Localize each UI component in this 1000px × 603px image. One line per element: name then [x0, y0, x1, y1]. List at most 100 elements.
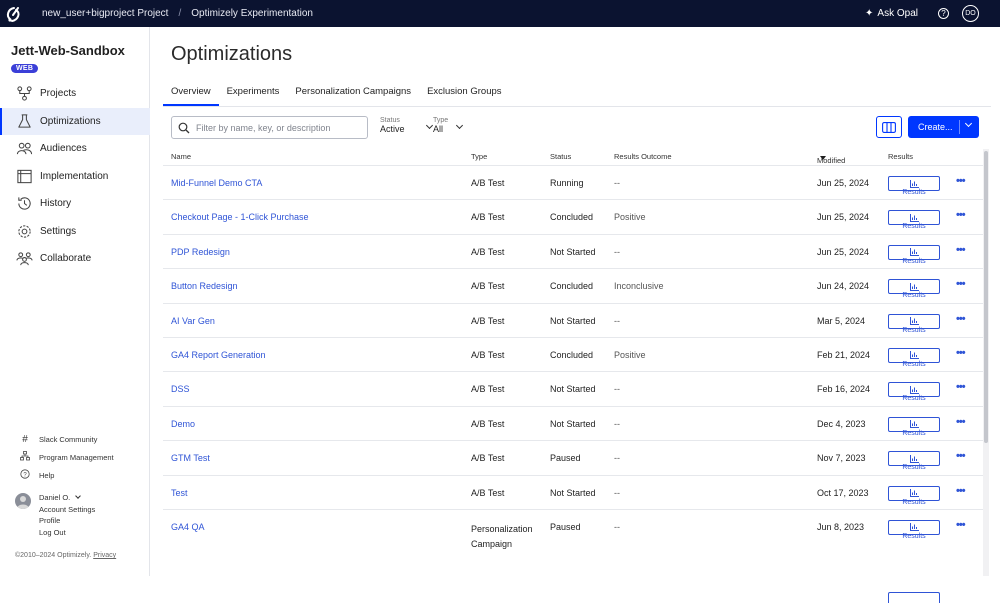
more-actions-icon[interactable]: •••: [956, 416, 966, 428]
optimization-type: Personalization Campaign: [471, 523, 533, 549]
more-actions-icon[interactable]: •••: [956, 278, 966, 290]
more-actions-icon[interactable]: •••: [956, 313, 966, 325]
optimization-name-link[interactable]: Button Redesign: [171, 281, 238, 291]
results-outcome: --: [614, 453, 620, 464]
results-button[interactable]: Results: [888, 382, 940, 402]
tab-experiments[interactable]: Experiments: [219, 81, 288, 106]
bar-chart-icon: [909, 454, 919, 463]
user-name-dropdown[interactable]: Daniel O.: [39, 493, 139, 505]
columns-button[interactable]: [876, 116, 902, 138]
bar-chart-icon: [909, 282, 919, 291]
results-button[interactable]: Results: [888, 519, 940, 540]
optimization-name-link[interactable]: DSS: [171, 384, 190, 394]
optimization-name-link[interactable]: GTM Test: [171, 453, 210, 463]
results-label: Results: [902, 464, 926, 472]
tab-overview[interactable]: Overview: [163, 81, 219, 106]
table-row[interactable]: PDP Redesign A/B Test Not Started -- Jun 25,…: [163, 233, 983, 268]
projects-icon: [15, 86, 33, 102]
bar-chart-icon: [909, 523, 919, 532]
table-row[interactable]: Mid-Funnel Demo CTA A/B Test Running -- Jun …: [163, 165, 983, 199]
optimizely-logo-icon[interactable]: [0, 0, 28, 27]
more-actions-icon[interactable]: •••: [956, 450, 966, 462]
optimization-name-link[interactable]: Mid-Funnel Demo CTA: [171, 178, 262, 188]
optimization-name-link[interactable]: Demo: [171, 419, 195, 429]
table-row[interactable]: DSS A/B Test Not Started -- Feb 16, 2024 Resu…: [163, 371, 983, 405]
breadcrumb-product[interactable]: Optimizely Experimentation: [191, 8, 313, 19]
more-actions-icon[interactable]: •••: [956, 175, 966, 187]
results-button[interactable]: Results: [888, 244, 940, 265]
modified-date: Jun 24, 2024: [817, 281, 870, 292]
table-row[interactable]: Button Redesign A/B Test Concluded Inconclu…: [163, 268, 983, 302]
flask-icon: [15, 113, 33, 129]
collaborate-icon: [15, 251, 33, 267]
slack-community-link[interactable]: # Slack Community: [19, 430, 114, 448]
table-header: Name Type Status Results Outcome Modifie…: [163, 148, 983, 165]
user-avatar-button[interactable]: DO: [962, 5, 979, 22]
results-button[interactable]: Results: [888, 210, 940, 230]
search-input[interactable]: Filter by name, key, or description: [171, 116, 368, 139]
results-button[interactable]: Results: [888, 176, 940, 196]
tab-exclusion-groups[interactable]: Exclusion Groups: [419, 81, 509, 106]
privacy-link[interactable]: Privacy: [93, 552, 116, 559]
results-button[interactable]: Results: [888, 416, 940, 437]
create-button[interactable]: Create...: [908, 116, 979, 138]
more-actions-icon[interactable]: •••: [956, 347, 966, 359]
more-actions-icon[interactable]: •••: [956, 381, 966, 393]
more-actions-icon[interactable]: •••: [956, 244, 966, 256]
more-actions-icon[interactable]: •••: [956, 485, 966, 497]
bar-chart-icon: [909, 420, 919, 429]
top-bar: new_user+bigproject Project / Optimizely…: [0, 0, 1000, 27]
scrollbar-thumb[interactable]: [984, 151, 988, 443]
ask-opal-button[interactable]: ✦ Ask Opal: [865, 8, 918, 19]
optimization-name-link[interactable]: AI Var Gen: [171, 316, 215, 326]
status-filter-dropdown[interactable]: Status Active: [380, 117, 433, 134]
results-button[interactable]: Results: [888, 451, 940, 471]
search-icon: [178, 122, 190, 133]
sidebar-item-collaborate[interactable]: Collaborate: [0, 245, 150, 273]
table-row[interactable]: Checkout Page - 1-Click Purchase A/B Test…: [163, 199, 983, 233]
results-button[interactable]: Results: [888, 485, 940, 506]
type-filter-value: All: [433, 124, 444, 134]
optimization-name-link[interactable]: Test: [171, 488, 188, 498]
type-filter-dropdown[interactable]: Type All: [433, 117, 464, 134]
breadcrumb-project[interactable]: new_user+bigproject Project: [42, 8, 168, 19]
table-row[interactable]: GA4 Report Generation A/B Test Concluded Po…: [163, 336, 983, 371]
optimization-name-link[interactable]: PDP Redesign: [171, 247, 230, 257]
avatar[interactable]: [15, 493, 31, 509]
more-actions-icon[interactable]: •••: [956, 519, 966, 531]
sidebar-item-history[interactable]: History: [0, 190, 150, 218]
optimization-name-link[interactable]: GA4 Report Generation: [171, 350, 266, 360]
tab-bar: Overview Experiments Personalization Cam…: [163, 81, 510, 106]
table-row[interactable]: GTM Test A/B Test Paused -- Nov 7, 2023 Resul…: [163, 440, 983, 474]
sidebar-item-projects[interactable]: Projects: [0, 80, 150, 108]
optimization-status: Running: [550, 178, 584, 188]
table-row[interactable]: Demo A/B Test Not Started -- Dec 4, 2023 Resu…: [163, 405, 983, 440]
optimization-name-link[interactable]: Checkout Page - 1-Click Purchase: [171, 212, 309, 222]
sidebar-item-audiences[interactable]: Audiences: [0, 135, 150, 163]
optimization-type: A/B Test: [471, 212, 505, 223]
account-settings-link[interactable]: Account Settings: [39, 505, 139, 517]
project-name[interactable]: Jett-Web-Sandbox: [11, 43, 125, 58]
tab-personalization-campaigns[interactable]: Personalization Campaigns: [287, 81, 419, 106]
scrollbar[interactable]: [983, 149, 989, 576]
more-actions-icon[interactable]: •••: [956, 209, 966, 221]
sidebar-item-implementation[interactable]: Implementation: [0, 163, 150, 191]
sidebar-item-optimizations[interactable]: Optimizations: [0, 107, 150, 135]
results-button[interactable]: Results: [888, 279, 940, 299]
profile-link[interactable]: Profile: [39, 516, 139, 528]
help-icon[interactable]: ?: [938, 8, 949, 19]
results-button[interactable]: Results: [888, 313, 940, 334]
help-link[interactable]: ? Help: [19, 466, 114, 484]
optimization-name-link[interactable]: GA4 QA: [171, 522, 205, 532]
table-row[interactable]: Test A/B Test Not Started -- Oct 17, 2023 Res…: [163, 474, 983, 509]
results-button[interactable]: Results: [888, 347, 940, 368]
table-row[interactable]: AI Var Gen A/B Test Not Started -- Mar 5, 20…: [163, 302, 983, 337]
sidebar-item-settings[interactable]: Settings: [0, 218, 150, 246]
chevron-down-icon[interactable]: [964, 119, 973, 128]
logout-link[interactable]: Log Out: [39, 528, 139, 540]
program-management-link[interactable]: Program Management: [19, 448, 114, 466]
results-button-partial[interactable]: [888, 592, 940, 603]
sidebar-item-label: Optimizations: [40, 115, 101, 127]
column-outcome: Results Outcome: [614, 152, 672, 161]
table-row[interactable]: GA4 QA Personalization Campaign Paused -- Ju…: [163, 508, 983, 549]
